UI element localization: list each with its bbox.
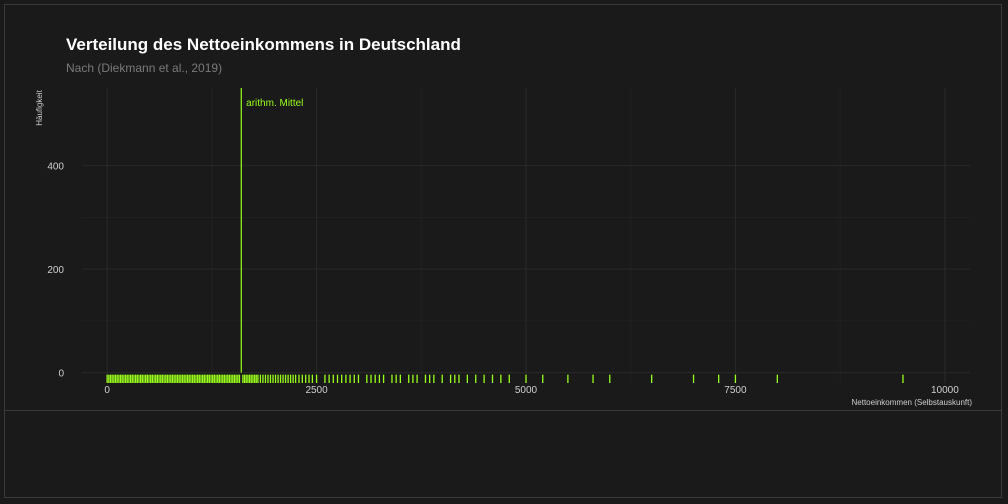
x-tick-label: 0	[104, 385, 110, 396]
x-axis-title: Nettoeinkommen (Selbstauskunft)	[852, 398, 973, 407]
grid	[82, 88, 970, 383]
x-tick-label: 2500	[305, 385, 328, 396]
x-tick-label: 10000	[931, 385, 959, 396]
chart-svg: 0 2500 5000 7500 10000 0 200 400 Verteilung des…	[35, 35, 973, 407]
y-tick-label: 200	[47, 265, 64, 276]
y-tick-label: 0	[58, 369, 64, 380]
tick-labels: 0 2500 5000 7500 10000 0 200 400	[47, 162, 959, 396]
x-tick-label: 5000	[515, 385, 538, 396]
x-tick-label: 7500	[724, 385, 747, 396]
y-axis-title: Häufigkeit	[35, 89, 44, 125]
bars	[240, 88, 242, 373]
histogram-bar	[240, 88, 242, 373]
y-tick-label: 400	[47, 162, 64, 173]
chart-title: Verteilung des Nettoeinkommens in Deutsc…	[66, 35, 461, 54]
mean-annotation: arithm. Mittel	[246, 98, 303, 109]
chart-subtitle: Nach (Diekmann et al., 2019)	[66, 61, 222, 75]
rug-marks	[106, 374, 904, 383]
